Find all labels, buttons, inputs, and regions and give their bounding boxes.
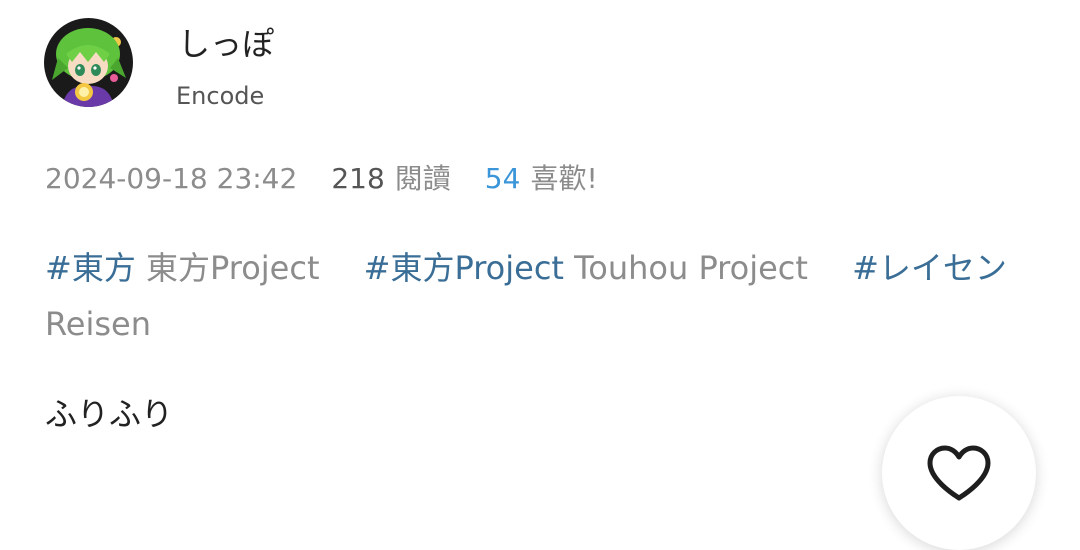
- views-count: 218: [331, 162, 385, 195]
- tag-item[interactable]: #東方 東方Project: [45, 249, 320, 287]
- user-handle[interactable]: Encode: [176, 81, 264, 111]
- tag-list: #東方 東方Project #東方Project Touhou Project …: [45, 240, 1055, 352]
- tag-link[interactable]: #東方: [45, 249, 136, 287]
- tag-description: Touhou Project: [574, 249, 808, 287]
- heart-outline-icon: [927, 445, 991, 501]
- tag-description: 東方Project: [146, 249, 320, 287]
- avatar[interactable]: [44, 18, 133, 107]
- views-label: 閱讀: [394, 162, 451, 195]
- like-button[interactable]: [882, 396, 1036, 550]
- tag-item[interactable]: #東方Project Touhou Project: [364, 249, 808, 287]
- avatar-image: [44, 18, 133, 107]
- post-meta: 2024-09-18 23:42 218 閱讀 54 喜歡!: [45, 161, 598, 197]
- post-body: ふりふり: [45, 395, 174, 433]
- likes-count[interactable]: 54: [485, 162, 521, 195]
- user-name[interactable]: しっぽ: [178, 22, 274, 66]
- post-datetime: 2024-09-18 23:42: [45, 162, 298, 195]
- tag-link[interactable]: #東方Project: [364, 249, 564, 287]
- tag-description: Reisen: [45, 305, 152, 343]
- tag-link[interactable]: #レイセン: [852, 249, 1007, 287]
- likes-label: 喜歡!: [530, 162, 598, 195]
